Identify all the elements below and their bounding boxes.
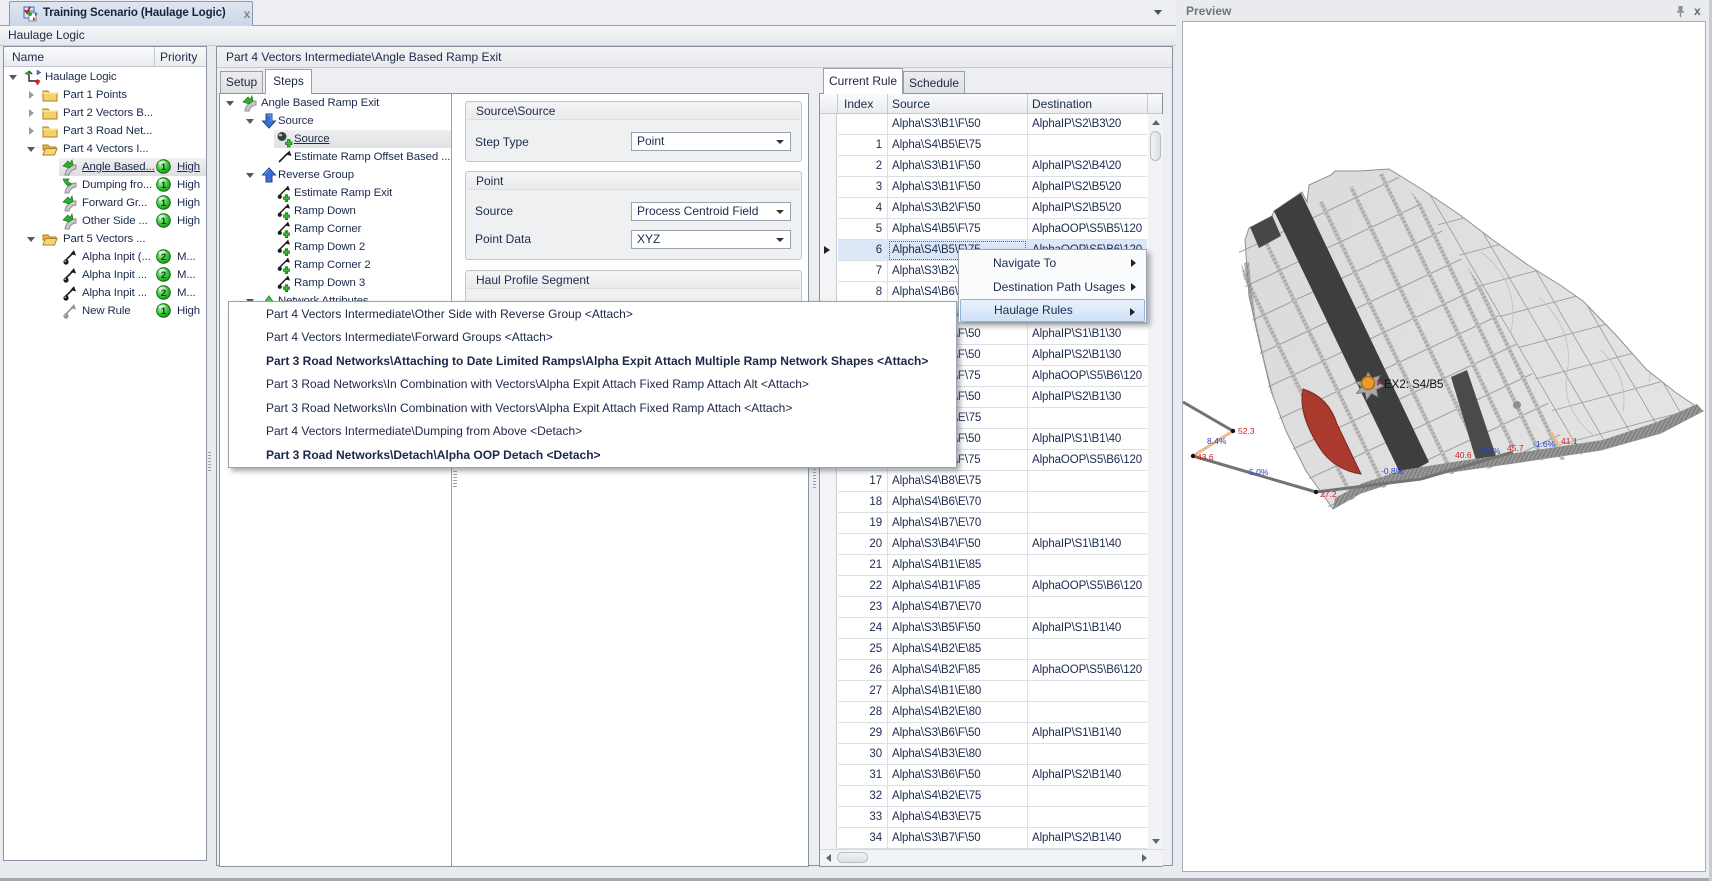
svg-text:-1.6%: -1.6% bbox=[1533, 439, 1556, 449]
svg-text:1: 1 bbox=[161, 180, 167, 191]
svg-text:8.0%: 8.0% bbox=[1481, 446, 1501, 456]
svg-text:1: 1 bbox=[161, 198, 167, 209]
svg-text:1: 1 bbox=[161, 216, 167, 227]
svg-text:2: 2 bbox=[161, 252, 166, 263]
svg-text:27.2: 27.2 bbox=[1320, 489, 1337, 499]
svg-text:2: 2 bbox=[161, 270, 166, 281]
svg-text:EX2: S4/B5: EX2: S4/B5 bbox=[1384, 379, 1443, 391]
svg-text:2: 2 bbox=[161, 288, 166, 299]
svg-text:52.3: 52.3 bbox=[1238, 426, 1255, 436]
svg-text:43.6: 43.6 bbox=[1197, 452, 1214, 462]
svg-text:5.0%: 5.0% bbox=[1249, 467, 1269, 477]
svg-text:-0.8%: -0.8% bbox=[1381, 466, 1404, 476]
svg-text:40.6: 40.6 bbox=[1455, 450, 1472, 460]
svg-text:1: 1 bbox=[161, 306, 167, 317]
svg-text:45.7: 45.7 bbox=[1507, 443, 1524, 453]
svg-text:41.1: 41.1 bbox=[1561, 436, 1578, 446]
svg-text:8.4%: 8.4% bbox=[1207, 436, 1227, 446]
svg-text:1: 1 bbox=[161, 162, 167, 173]
